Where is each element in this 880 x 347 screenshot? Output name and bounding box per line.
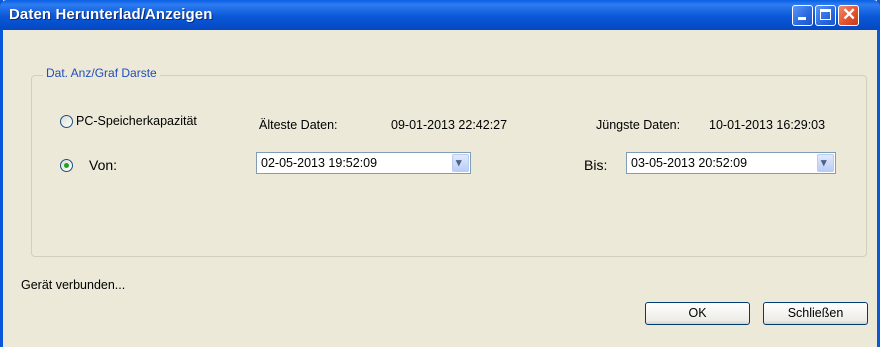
ok-button[interactable]: OK [645, 302, 750, 325]
window-title: Daten Herunterlad/Anzeigen [9, 6, 213, 23]
radio-pc-storage[interactable] [60, 115, 73, 128]
close-icon: ✕ [842, 5, 857, 24]
radio-selected-dot [64, 163, 69, 168]
chevron-down-icon: ▾ [456, 157, 462, 169]
newest-data-value: 10-01-2013 16:29:03 [709, 118, 826, 132]
title-bar[interactable]: Daten Herunterlad/Anzeigen ✕ [0, 0, 880, 30]
to-date-label: Bis: [584, 157, 608, 173]
from-date-value: 02-05-2013 19:52:09 [261, 156, 378, 170]
connection-status: Gerät verbunden... [21, 278, 126, 292]
oldest-data-label: Älteste Daten: [259, 118, 338, 132]
from-date-select[interactable]: 02-05-2013 19:52:09 ▾ [256, 152, 471, 174]
to-dropdown-button[interactable]: ▾ [817, 154, 834, 172]
to-date-value: 03-05-2013 20:52:09 [631, 156, 748, 170]
chevron-down-icon: ▾ [821, 157, 827, 169]
radio-from[interactable] [60, 159, 73, 172]
maximize-button[interactable] [815, 5, 836, 26]
newest-data-label: Jüngste Daten: [596, 118, 681, 132]
dialog-window: Daten Herunterlad/Anzeigen ✕ Dat. Anz/Gr… [0, 0, 880, 347]
maximize-icon [820, 9, 831, 20]
radio-pc-storage-label[interactable]: PC-Speicherkapazität [76, 114, 197, 128]
close-window-button[interactable]: ✕ [838, 5, 859, 26]
group-label: Dat. Anz/Graf Darste [43, 66, 160, 80]
minimize-icon [798, 17, 806, 20]
oldest-data-value: 09-01-2013 22:42:27 [391, 118, 508, 132]
from-dropdown-button[interactable]: ▾ [452, 154, 469, 172]
to-date-select[interactable]: 03-05-2013 20:52:09 ▾ [626, 152, 836, 174]
radio-from-label[interactable]: Von: [89, 157, 117, 173]
close-button[interactable]: Schließen [763, 302, 868, 325]
minimize-button[interactable] [792, 5, 813, 26]
